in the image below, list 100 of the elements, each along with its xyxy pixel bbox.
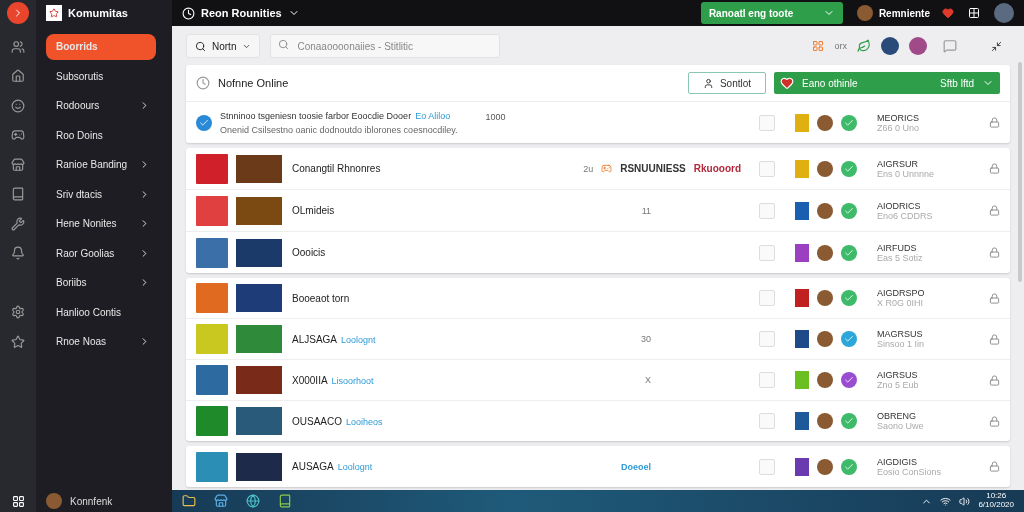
game-icon [795, 457, 809, 476]
brand-logo-icon [46, 5, 62, 21]
user-detail: Zno 5 Eub [877, 380, 920, 390]
notice-count: 1000 [485, 112, 507, 122]
browser-icon[interactable] [246, 494, 260, 508]
info-check-icon [196, 114, 212, 131]
lock-icon[interactable] [989, 374, 1000, 386]
row-tag: RSNUUNIESS [620, 163, 686, 174]
lock-icon[interactable] [989, 205, 1000, 216]
nav-icon[interactable] [11, 246, 25, 261]
avatar[interactable] [909, 37, 927, 55]
game-thumbnail [236, 196, 282, 225]
game-icon [795, 412, 809, 430]
game-icon [795, 243, 809, 262]
clock-icon [196, 76, 210, 90]
app-icon [196, 365, 228, 395]
avatar [817, 458, 833, 475]
app-logo-icon[interactable] [7, 2, 29, 24]
app-icon [196, 195, 228, 226]
nav-icon[interactable] [11, 334, 25, 349]
app-icon [196, 153, 228, 184]
profile-avatar[interactable] [994, 3, 1014, 23]
game-title: AUSAGA Loolognt [292, 461, 373, 472]
folder-icon[interactable] [182, 494, 196, 508]
sidebar-item[interactable]: Boriibs [46, 270, 160, 295]
game-title: X000IIA Lisoorhoot [292, 374, 374, 386]
row-note: 30 [641, 334, 651, 344]
clock[interactable]: 10:26 6/10/2020 [978, 492, 1014, 510]
collapse-icon[interactable] [991, 40, 1002, 52]
game-thumbnail [236, 325, 282, 353]
game-icon [795, 289, 809, 307]
avatar [817, 244, 833, 261]
volume-icon[interactable] [959, 495, 971, 507]
user-avatar[interactable] [46, 493, 62, 509]
app-title: Komumitas [68, 7, 128, 19]
avatar [817, 331, 833, 347]
sidebar-item[interactable]: Sriv dtacis [46, 182, 160, 207]
filter-dropdown[interactable]: Nortn [186, 34, 261, 58]
lock-icon[interactable] [989, 333, 1000, 345]
user-avatar[interactable] [856, 5, 873, 21]
user-name: AIRFUDS [877, 242, 918, 253]
sidebar-item[interactable]: Roo Doins [46, 123, 160, 148]
app-icon [196, 237, 228, 268]
game-title: OLmideis [292, 205, 335, 216]
app-icon[interactable] [278, 494, 292, 508]
user-detail: X R0G 0IHI [877, 298, 924, 308]
game-thumbnail [236, 284, 282, 312]
sidebar-item[interactable]: Hene Nonites [46, 211, 160, 236]
lock-icon[interactable] [989, 117, 1000, 128]
chevron-icon [139, 247, 150, 259]
store-icon[interactable] [214, 494, 228, 508]
nav-icon[interactable] [11, 305, 25, 320]
notice-text: Stnninoo tsgeniesn toosie farbor Eoocdie Dooer Eo Aliloo [220, 110, 452, 121]
user-name: MEORICS [877, 112, 920, 123]
avatar [817, 290, 833, 306]
search-field[interactable]: Conaaoooonaiies - Stitlitic [270, 34, 501, 58]
nav-icon[interactable] [11, 157, 25, 172]
grid-icon[interactable] [968, 7, 980, 19]
nav-icon[interactable] [11, 39, 25, 54]
nav-icon[interactable] [11, 187, 25, 202]
user-name: AIGDIGIS [877, 456, 918, 467]
sidebar-item[interactable]: Hanlioo Contis [46, 300, 160, 325]
row-note: 11 [641, 205, 651, 216]
sidebar-item[interactable]: Rnoe Noas [46, 329, 160, 354]
sidebar-item[interactable]: Raor Goolias [46, 241, 160, 266]
row-tag: Rkuooord [693, 163, 741, 174]
nav-icon[interactable] [11, 216, 25, 231]
contact-button[interactable]: Sontlot [688, 72, 766, 94]
wifi-icon[interactable] [940, 495, 952, 507]
app-icon [196, 324, 228, 354]
avatar [817, 372, 833, 388]
start-icon[interactable] [11, 494, 25, 508]
row-note: 2u [583, 163, 594, 174]
lock-icon[interactable] [989, 247, 1000, 258]
lock-icon[interactable] [989, 415, 1000, 427]
game-icon [795, 371, 809, 389]
lock-icon[interactable] [989, 163, 1000, 174]
avatar [817, 202, 833, 219]
avatar[interactable] [881, 37, 899, 55]
avatar [817, 114, 833, 131]
game-icon [795, 201, 809, 220]
nav-icon[interactable] [11, 128, 25, 143]
sidebar-item[interactable]: Rodoours [46, 93, 160, 118]
user-name: AIGDRSPO [877, 288, 926, 298]
app-icon [182, 6, 195, 20]
sidebar-item[interactable]: Subsorutis [46, 64, 160, 89]
lock-icon[interactable] [989, 461, 1000, 472]
lock-icon[interactable] [989, 292, 1000, 304]
leaf-icon[interactable] [857, 39, 871, 53]
user-name: Remniente [878, 7, 930, 19]
scrollbar[interactable] [1018, 62, 1022, 282]
nav-icon[interactable] [11, 98, 25, 113]
sidebar-item[interactable]: Ranioe Banding [46, 152, 160, 177]
heart-icon[interactable] [942, 7, 954, 19]
nav-icon[interactable] [11, 69, 25, 84]
user-name: AIGRSUS [877, 370, 919, 380]
game-icon [795, 159, 809, 178]
person-icon [702, 77, 714, 89]
user-name: AIODRICS [877, 200, 922, 211]
user-detail: Z66 0 Uno [877, 122, 921, 133]
